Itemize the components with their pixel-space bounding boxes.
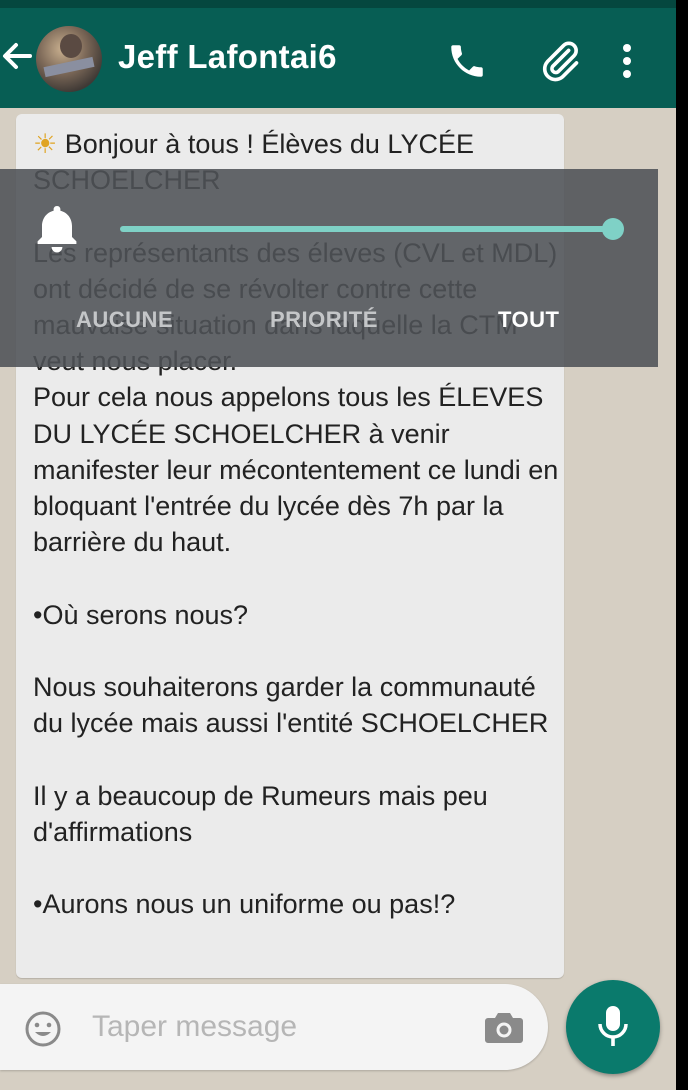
notification-slider-track[interactable] xyxy=(120,226,616,232)
contact-name[interactable]: Jeff Lafontai6 xyxy=(118,38,337,76)
phone-icon[interactable] xyxy=(446,40,488,82)
microphone-icon xyxy=(598,1006,628,1046)
camera-icon[interactable] xyxy=(484,1010,524,1046)
notification-slider-thumb[interactable] xyxy=(602,218,624,240)
chat-screen: Jeff Lafontai6 ☀ Bonjour à tous ! Élèves… xyxy=(0,0,676,1090)
avatar[interactable] xyxy=(36,26,102,92)
sun-emoji-icon: ☀ xyxy=(33,129,58,159)
option-none[interactable]: AUCUNE xyxy=(76,307,173,333)
paperclip-icon[interactable] xyxy=(537,38,583,84)
back-arrow-icon[interactable] xyxy=(0,36,34,76)
emoji-icon[interactable] xyxy=(24,1010,62,1048)
bell-icon xyxy=(32,202,82,256)
more-vert-icon[interactable] xyxy=(616,44,638,84)
chat-header: Jeff Lafontai6 xyxy=(0,0,676,108)
mic-button[interactable] xyxy=(566,980,660,1074)
message-composer xyxy=(0,984,548,1070)
option-all[interactable]: TOUT xyxy=(498,307,559,333)
option-priority[interactable]: PRIORITÉ xyxy=(270,307,378,333)
message-input[interactable] xyxy=(92,1006,452,1048)
notification-level-panel: AUCUNE PRIORITÉ TOUT xyxy=(0,169,658,367)
